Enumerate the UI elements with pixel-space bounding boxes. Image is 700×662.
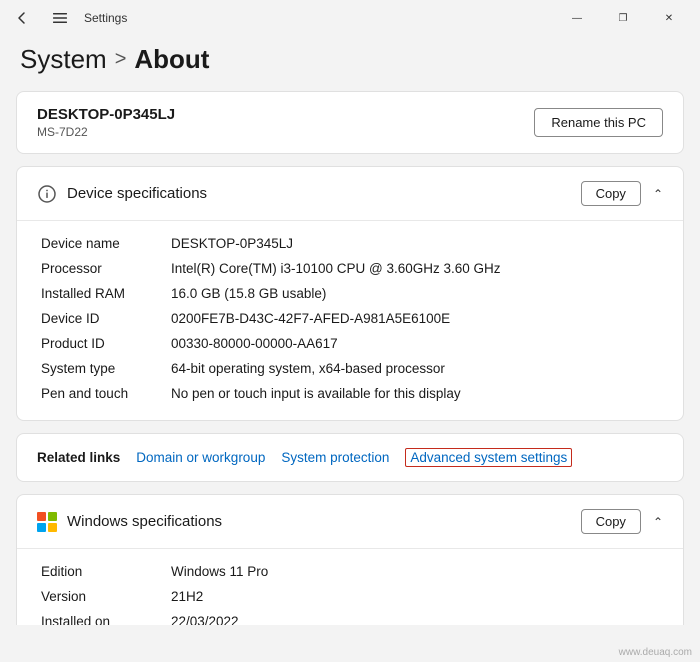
device-specs-header: Device specifications Copy ⌃ bbox=[17, 167, 683, 221]
device-spec-row: Device ID0200FE7B-D43C-42F7-AFED-A981A5E… bbox=[41, 306, 659, 331]
windows-specs-card: Windows specifications Copy ⌃ EditionWin… bbox=[16, 494, 684, 625]
related-links-container: Domain or workgroup System protection Adva… bbox=[136, 448, 572, 467]
device-spec-label: Processor bbox=[41, 261, 171, 276]
close-button[interactable]: ✕ bbox=[646, 2, 692, 34]
titlebar-controls: — ❐ ✕ bbox=[554, 2, 692, 34]
device-spec-value: DESKTOP-0P345LJ bbox=[171, 236, 659, 251]
related-link-2[interactable]: Advanced system settings bbox=[405, 448, 572, 467]
device-specs-header-right: Copy ⌃ bbox=[581, 181, 663, 206]
win-square-1 bbox=[37, 512, 46, 521]
windows-spec-value: 22/03/2022 bbox=[171, 614, 659, 625]
windows-specs-header: Windows specifications Copy ⌃ bbox=[17, 495, 683, 549]
breadcrumb-separator: > bbox=[115, 48, 127, 71]
device-spec-label: System type bbox=[41, 361, 171, 376]
device-spec-value: 16.0 GB (15.8 GB usable) bbox=[171, 286, 659, 301]
device-specs-copy-button[interactable]: Copy bbox=[581, 181, 641, 206]
windows-specs-header-left: Windows specifications bbox=[37, 512, 222, 532]
win-square-2 bbox=[48, 512, 57, 521]
windows-spec-label: Edition bbox=[41, 564, 171, 579]
device-spec-label: Device ID bbox=[41, 311, 171, 326]
device-spec-label: Product ID bbox=[41, 336, 171, 351]
device-spec-row: Pen and touchNo pen or touch input is av… bbox=[41, 381, 659, 406]
device-spec-value: 64-bit operating system, x64-based proce… bbox=[171, 361, 659, 376]
windows-icon bbox=[37, 512, 57, 532]
breadcrumb-about: About bbox=[134, 44, 209, 75]
maximize-button[interactable]: ❐ bbox=[600, 2, 646, 34]
windows-spec-row: Installed on22/03/2022 bbox=[41, 609, 659, 625]
windows-specs-body: EditionWindows 11 ProVersion21H2Installe… bbox=[17, 549, 683, 625]
device-spec-row: System type64-bit operating system, x64-… bbox=[41, 356, 659, 381]
titlebar-left: Settings bbox=[8, 4, 127, 32]
win-square-3 bbox=[37, 523, 46, 532]
device-spec-label: Installed RAM bbox=[41, 286, 171, 301]
device-spec-row: Device nameDESKTOP-0P345LJ bbox=[41, 231, 659, 256]
device-spec-value: 00330-80000-00000-AA617 bbox=[171, 336, 659, 351]
back-button[interactable] bbox=[8, 4, 36, 32]
device-specs-chevron-icon[interactable]: ⌃ bbox=[653, 187, 663, 201]
watermark: www.deuaq.com bbox=[619, 647, 692, 658]
pc-info: DESKTOP-0P345LJ MS-7D22 bbox=[37, 106, 175, 139]
info-icon bbox=[37, 184, 57, 204]
windows-specs-copy-button[interactable]: Copy bbox=[581, 509, 641, 534]
breadcrumb: System > About bbox=[0, 36, 700, 91]
device-specs-card: Device specifications Copy ⌃ Device name… bbox=[16, 166, 684, 421]
windows-spec-value: 21H2 bbox=[171, 589, 659, 604]
rename-pc-button[interactable]: Rename this PC bbox=[534, 108, 663, 137]
windows-spec-value: Windows 11 Pro bbox=[171, 564, 659, 579]
device-spec-label: Pen and touch bbox=[41, 386, 171, 401]
titlebar: Settings — ❐ ✕ bbox=[0, 0, 700, 36]
win-square-4 bbox=[48, 523, 57, 532]
windows-spec-label: Version bbox=[41, 589, 171, 604]
windows-spec-row: Version21H2 bbox=[41, 584, 659, 609]
device-spec-value: 0200FE7B-D43C-42F7-AFED-A981A5E6100E bbox=[171, 311, 659, 326]
device-specs-title: Device specifications bbox=[67, 185, 207, 202]
related-links-card: Related links Domain or workgroup System … bbox=[16, 433, 684, 482]
main-content: DESKTOP-0P345LJ MS-7D22 Rename this PC D… bbox=[0, 91, 700, 625]
windows-spec-row: EditionWindows 11 Pro bbox=[41, 559, 659, 584]
windows-specs-chevron-icon[interactable]: ⌃ bbox=[653, 515, 663, 529]
device-spec-value: Intel(R) Core(TM) i3-10100 CPU @ 3.60GHz… bbox=[171, 261, 659, 276]
related-links-label: Related links bbox=[37, 450, 120, 465]
breadcrumb-system[interactable]: System bbox=[20, 44, 107, 75]
device-spec-row: Product ID00330-80000-00000-AA617 bbox=[41, 331, 659, 356]
device-specs-header-left: Device specifications bbox=[37, 184, 207, 204]
device-specs-body: Device nameDESKTOP-0P345LJProcessorIntel… bbox=[17, 221, 683, 420]
device-spec-row: Installed RAM16.0 GB (15.8 GB usable) bbox=[41, 281, 659, 306]
pc-model: MS-7D22 bbox=[37, 125, 175, 139]
pc-card: DESKTOP-0P345LJ MS-7D22 Rename this PC bbox=[16, 91, 684, 154]
windows-specs-header-right: Copy ⌃ bbox=[581, 509, 663, 534]
windows-spec-label: Installed on bbox=[41, 614, 171, 625]
pc-name: DESKTOP-0P345LJ bbox=[37, 106, 175, 123]
windows-specs-title: Windows specifications bbox=[67, 513, 222, 530]
device-spec-value: No pen or touch input is available for t… bbox=[171, 386, 659, 401]
device-spec-label: Device name bbox=[41, 236, 171, 251]
hamburger-button[interactable] bbox=[46, 4, 74, 32]
titlebar-title: Settings bbox=[84, 11, 127, 25]
related-link-0[interactable]: Domain or workgroup bbox=[136, 450, 265, 465]
minimize-button[interactable]: — bbox=[554, 2, 600, 34]
related-link-1[interactable]: System protection bbox=[281, 450, 389, 465]
device-spec-row: ProcessorIntel(R) Core(TM) i3-10100 CPU … bbox=[41, 256, 659, 281]
